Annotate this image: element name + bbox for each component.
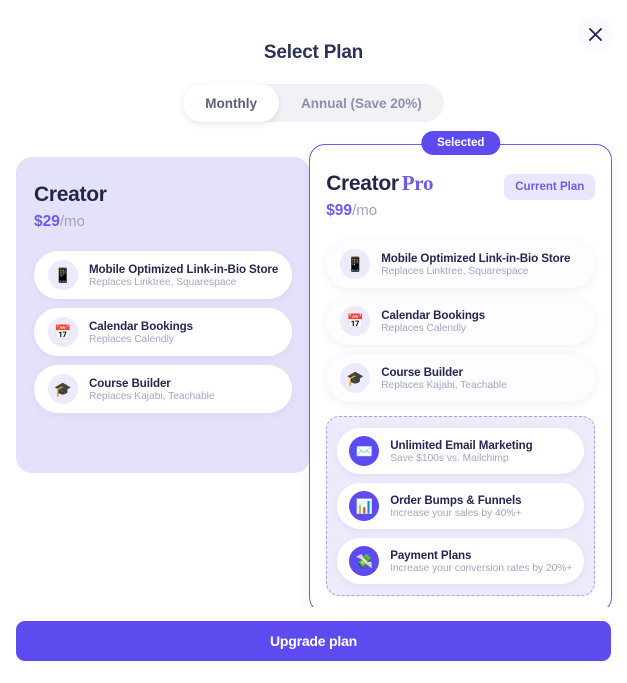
feature-row: 📅 Calendar Bookings Replaces Calendly: [34, 308, 293, 357]
feature-subtitle: Replaces Kajabi, Teachable: [381, 379, 507, 391]
feature-title: Mobile Optimized Link-in-Bio Store: [381, 251, 571, 265]
plan-card-creator[interactable]: Creator $29/mo 📱 Mobile Optimized Link-i…: [16, 157, 311, 474]
plan-price-amount: $99: [326, 202, 353, 220]
feature-subtitle: Replaces Calendly: [89, 333, 174, 345]
bonus-feature-row: 📊 Order Bumps & Funnels Increase your sa…: [337, 483, 585, 530]
money-with-wings-icon: 💸: [349, 546, 380, 577]
plan-price-period: /mo: [59, 213, 85, 231]
billing-toggle-group: Monthly Annual (Save 20%): [183, 84, 444, 122]
graduation-cap-icon: 🎓: [48, 374, 78, 405]
bonus-feature-subtitle: Increase your sales by 40%+: [390, 507, 522, 519]
modal-footer: Upgrade plan: [0, 607, 627, 683]
bonus-feature-title: Unlimited Email Marketing: [390, 438, 533, 452]
feature-row: 📱 Mobile Optimized Link-in-Bio Store Rep…: [34, 251, 293, 300]
calendar-icon: 📅: [340, 306, 371, 337]
feature-subtitle: Replaces Linktree, Squarespace: [89, 276, 237, 288]
feature-subtitle: Replaces Calendly: [381, 322, 467, 334]
feature-subtitle: Replaces Kajabi, Teachable: [89, 390, 215, 402]
plan-name-base: Creator: [326, 172, 399, 195]
bonus-feature-row: ✉️ Unlimited Email Marketing Save $100s …: [337, 428, 585, 475]
bonus-feature-title: Order Bumps & Funnels: [390, 493, 522, 507]
close-icon-glyph: [588, 27, 602, 41]
mobile-phone-icon: 📱: [48, 260, 78, 291]
feature-subtitle: Replaces Linktree, Squarespace: [381, 265, 529, 277]
plan-cards: Creator $29/mo 📱 Mobile Optimized Link-i…: [0, 131, 627, 614]
toggle-option-monthly[interactable]: Monthly: [183, 84, 279, 122]
feature-title: Calendar Bookings: [89, 319, 193, 333]
plan-title-block-pro: Creator Pro $99/mo: [326, 171, 433, 220]
plan-card-creator-pro[interactable]: Creator Pro $99/mo Current Plan 📱 Mobile …: [309, 144, 613, 614]
envelope-icon: ✉️: [349, 436, 380, 467]
bonus-feature-subtitle: Increase your conversion rates by 20%+: [390, 562, 573, 574]
plan-name-creator: Creator: [34, 183, 107, 206]
feature-title: Mobile Optimized Link-in-Bio Store: [89, 262, 279, 276]
bonus-feature-title: Payment Plans: [390, 548, 472, 562]
plan-price-period: /mo: [352, 202, 378, 220]
plan-price-creator: $29/mo: [34, 213, 292, 231]
feature-row: 🎓 Course Builder Replaces Kajabi, Teacha…: [326, 354, 596, 403]
plan-card-creator-pro-wrapper: Selected CreatorPro $99/mo Current Plan: [309, 131, 613, 614]
plan-price-amount: $29: [34, 213, 60, 231]
feature-list-creator-pro: 📱 Mobile Optimized Link-in-Bio Store Rep…: [326, 240, 596, 403]
bonus-feature-row: 💸 Payment Plans Increase your conversion…: [337, 538, 585, 585]
bonus-feature-subtitle: Save $100s vs. Mailchimp: [390, 452, 509, 464]
graduation-cap-icon: 🎓: [340, 363, 371, 394]
bar-chart-icon: 📊: [349, 491, 380, 522]
selected-badge: Selected: [421, 131, 501, 155]
mobile-phone-icon: 📱: [340, 249, 371, 280]
toggle-option-annual[interactable]: Annual (Save 20%): [279, 84, 444, 122]
calendar-icon: 📅: [48, 317, 78, 348]
page-title: Select Plan: [263, 42, 364, 63]
plan-header-pro: Creator Pro $99/mo Current Plan: [326, 171, 596, 220]
plan-name-suffix: Pro: [401, 171, 434, 195]
feature-title: Course Builder: [381, 365, 463, 379]
feature-title: Course Builder: [89, 376, 171, 390]
feature-list-creator: 📱 Mobile Optimized Link-in-Bio Store Rep…: [34, 251, 293, 414]
plan-name-creator-pro: Creator Pro: [326, 171, 433, 196]
current-plan-badge: Current Plan: [504, 174, 596, 200]
feature-row: 📅 Calendar Bookings Replaces Calendly: [326, 297, 596, 346]
bonus-features-section: ✉️ Unlimited Email Marketing Save $100s …: [326, 416, 596, 597]
close-icon[interactable]: [577, 16, 613, 52]
feature-title: Calendar Bookings: [381, 308, 486, 322]
plan-price-creator-pro: $99/mo: [326, 202, 433, 220]
feature-row: 🎓 Course Builder Replaces Kajabi, Teacha…: [34, 365, 293, 414]
select-plan-modal: Select Plan Monthly Annual (Save 20%) Cr…: [0, 0, 627, 683]
feature-row: 📱 Mobile Optimized Link-in-Bio Store Rep…: [326, 240, 596, 289]
upgrade-plan-button[interactable]: Upgrade plan: [16, 621, 611, 661]
billing-toggle: Monthly Annual (Save 20%): [0, 84, 627, 122]
